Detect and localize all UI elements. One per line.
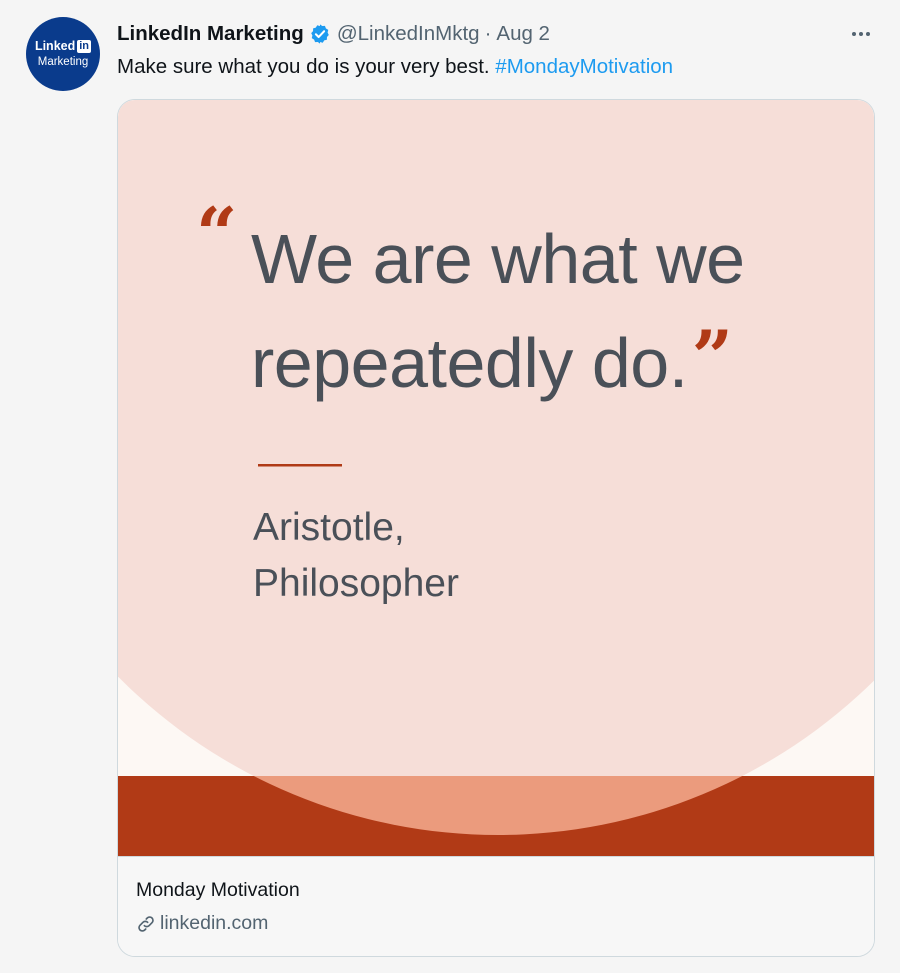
- tweet-text: Make sure what you do is your very best.…: [117, 52, 673, 82]
- card-title: Monday Motivation: [136, 879, 300, 901]
- quote-line-2-wrap: repeatedly do.”: [251, 316, 733, 404]
- hashtag-link[interactable]: #MondayMotivation: [495, 55, 673, 78]
- author-handle[interactable]: @LinkedInMktg: [337, 22, 480, 46]
- quote-line-1: We are what we: [251, 220, 745, 298]
- card-footer[interactable]: Monday Motivation linkedin.com: [118, 856, 874, 956]
- card-image: “ We are what we repeatedly do.” Aristot…: [118, 100, 874, 856]
- link-card[interactable]: “ We are what we repeatedly do.” Aristot…: [117, 99, 875, 957]
- link-icon: [136, 914, 156, 934]
- avatar-logo-text: Linked in: [34, 39, 92, 53]
- author-name[interactable]: LinkedIn Marketing: [117, 22, 304, 46]
- card-domain: linkedin.com: [136, 912, 268, 935]
- tweet-body: Make sure what you do is your very best.: [117, 55, 490, 78]
- tweet-header: LinkedIn Marketing @LinkedInMktg · Aug 2: [117, 20, 550, 48]
- quote-author-line-1: Aristotle,: [253, 506, 405, 549]
- open-quote-mark: “: [196, 191, 238, 276]
- verified-badge-icon: [309, 23, 331, 45]
- close-quote-mark: ”: [691, 314, 733, 399]
- tweet-date[interactable]: Aug 2: [496, 22, 550, 46]
- quote-divider: [258, 464, 342, 467]
- more-dots-icon[interactable]: [847, 22, 875, 46]
- avatar[interactable]: Linked in Marketing: [26, 17, 100, 91]
- avatar-subtitle: Marketing: [37, 55, 89, 68]
- card-domain-text: linkedin.com: [160, 912, 269, 934]
- header-separator: ·: [484, 22, 492, 45]
- quote-line-2: repeatedly do.: [251, 324, 688, 402]
- quote-author-line-2: Philosopher: [253, 562, 459, 605]
